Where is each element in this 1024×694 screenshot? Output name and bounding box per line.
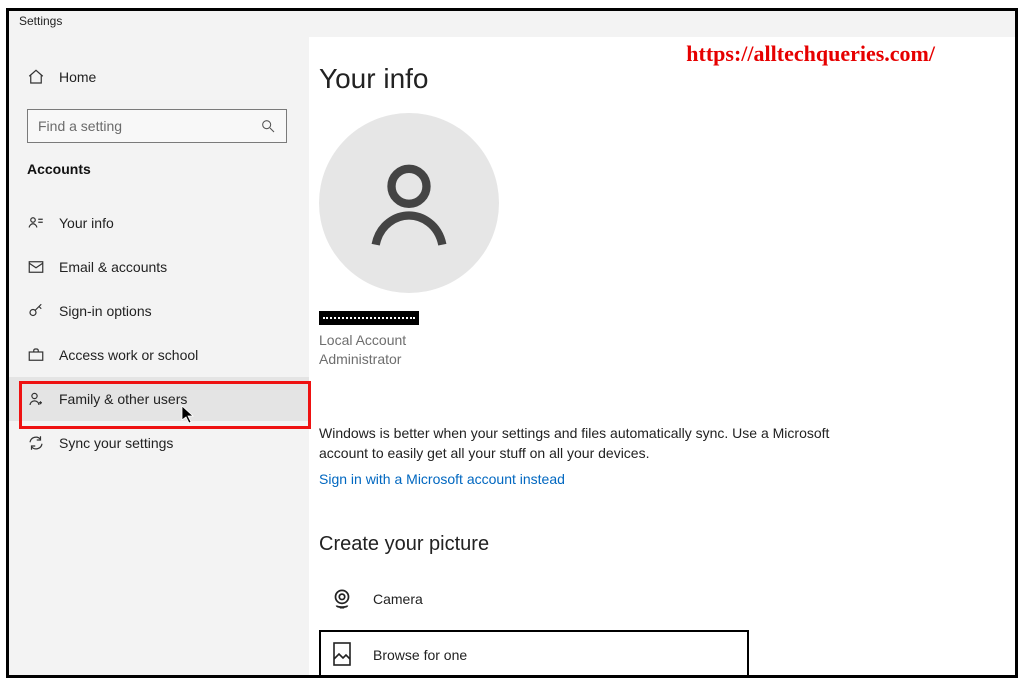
page-title: Your info bbox=[319, 63, 975, 95]
sidebar-item-email-accounts[interactable]: Email & accounts bbox=[9, 245, 309, 289]
username-redacted bbox=[319, 311, 419, 325]
mail-icon bbox=[27, 258, 45, 276]
sidebar-item-label: Sync your settings bbox=[59, 435, 173, 451]
settings-window: Settings Home Find a setting bbox=[6, 8, 1018, 678]
sidebar: Home Find a setting Accounts bbox=[9, 37, 309, 675]
browse-button[interactable]: Browse for one bbox=[319, 630, 749, 675]
sidebar-item-work-school[interactable]: Access work or school bbox=[9, 333, 309, 377]
people-add-icon bbox=[27, 390, 45, 408]
sidebar-item-signin-options[interactable]: Sign-in options bbox=[9, 289, 309, 333]
account-type-line1: Local Account bbox=[319, 331, 975, 350]
window-title: Settings bbox=[9, 11, 1015, 37]
browse-label: Browse for one bbox=[373, 647, 467, 663]
sidebar-item-label: Sign-in options bbox=[59, 303, 152, 319]
sidebar-item-your-info[interactable]: Your info bbox=[9, 201, 309, 245]
avatar bbox=[319, 113, 499, 293]
sidebar-section-label: Accounts bbox=[9, 161, 309, 187]
create-picture-heading: Create your picture bbox=[319, 533, 975, 556]
search-placeholder: Find a setting bbox=[38, 118, 122, 134]
main-content: Your info Local Account Administrator Wi… bbox=[309, 37, 1015, 675]
sidebar-item-label: Family & other users bbox=[59, 391, 187, 407]
home-icon bbox=[27, 68, 45, 86]
camera-button[interactable]: Camera bbox=[319, 574, 749, 624]
sidebar-item-label: Access work or school bbox=[59, 347, 198, 363]
camera-label: Camera bbox=[373, 591, 423, 607]
person-card-icon bbox=[27, 214, 45, 232]
sidebar-item-family-users[interactable]: Family & other users bbox=[9, 377, 309, 421]
camera-icon bbox=[329, 586, 355, 612]
nav-home-label: Home bbox=[59, 69, 96, 85]
watermark-text: https://alltechqueries.com/ bbox=[686, 41, 935, 67]
sidebar-item-sync-settings[interactable]: Sync your settings bbox=[9, 421, 309, 465]
window-body: Home Find a setting Accounts bbox=[9, 37, 1015, 675]
sync-description: Windows is better when your settings and… bbox=[319, 423, 879, 464]
nav-home[interactable]: Home bbox=[9, 55, 309, 99]
sync-icon bbox=[27, 434, 45, 452]
key-icon bbox=[27, 302, 45, 320]
account-type-line2: Administrator bbox=[319, 350, 975, 369]
microsoft-signin-link[interactable]: Sign in with a Microsoft account instead bbox=[319, 471, 565, 487]
search-input[interactable]: Find a setting bbox=[27, 109, 287, 143]
sidebar-item-label: Your info bbox=[59, 215, 114, 231]
briefcase-icon bbox=[27, 346, 45, 364]
search-icon bbox=[260, 118, 276, 134]
sidebar-item-label: Email & accounts bbox=[59, 259, 167, 275]
image-file-icon bbox=[331, 641, 355, 669]
